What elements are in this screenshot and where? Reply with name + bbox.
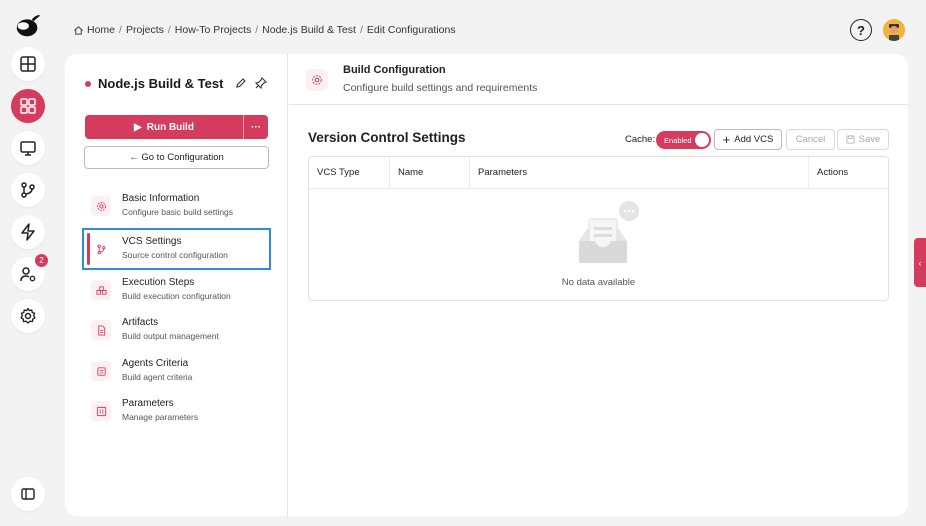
side-panel-toggle[interactable]: ‹: [914, 238, 926, 287]
nav-subtitle: Build agent criteria: [122, 372, 193, 382]
run-build-label: Run Build: [146, 121, 194, 133]
rail-vcs-button[interactable]: [11, 173, 45, 207]
breadcrumb-project[interactable]: Node.js Build & Test: [262, 24, 356, 36]
nav-agents-criteria[interactable]: Agents Criteria Build agent criteria: [91, 357, 271, 393]
nav-basic-information[interactable]: Basic Information Configure basic build …: [91, 192, 271, 228]
nav-vcs-settings[interactable]: VCS Settings Source control configuratio…: [82, 228, 271, 270]
agent-icon: [91, 361, 111, 381]
rail-dashboard-button[interactable]: [11, 47, 45, 81]
breadcrumb-separator: /: [119, 24, 122, 36]
lightning-icon: [21, 223, 35, 241]
dashboard-icon: [20, 56, 36, 72]
column-header-vcs-type[interactable]: VCS Type: [309, 157, 390, 188]
nav-title: VCS Settings: [122, 236, 182, 247]
file-icon: [91, 320, 111, 340]
git-branch-icon: [91, 239, 111, 259]
avatar[interactable]: [883, 19, 905, 41]
edit-icon[interactable]: [234, 76, 248, 90]
user-settings-icon: [20, 267, 36, 282]
steps-icon: [91, 280, 111, 300]
app-logo[interactable]: [11, 8, 45, 42]
nav-subtitle: Manage parameters: [122, 412, 199, 422]
cancel-button[interactable]: Cancel: [786, 129, 835, 150]
vcs-table: VCS Type Name Parameters Actions No data…: [308, 156, 889, 301]
status-dot: [85, 80, 91, 87]
breadcrumb-home[interactable]: Home: [87, 24, 115, 36]
table-header: VCS Type Name Parameters Actions: [309, 157, 888, 189]
nav-title: Agents Criteria: [122, 358, 189, 369]
page-subtitle: Configure build settings and requirement…: [343, 82, 538, 94]
gear-icon: [91, 196, 111, 216]
run-build-button[interactable]: ▶ Run Build: [85, 115, 244, 139]
cache-toggle[interactable]: Enabled: [656, 131, 711, 149]
nav-title: Parameters: [122, 398, 174, 409]
parameters-icon: [91, 401, 111, 421]
empty-state: No data available: [309, 189, 888, 300]
notification-badge: 2: [35, 254, 48, 267]
nav-title: Execution Steps: [122, 277, 195, 288]
left-rail: 2: [0, 0, 56, 526]
project-name: Node.js Build & Test: [98, 76, 224, 91]
add-vcs-label: Add VCS: [734, 134, 774, 145]
nav-execution-steps[interactable]: Execution Steps Build execution configur…: [91, 276, 271, 312]
chevron-left-icon: ‹: [918, 257, 922, 268]
section-title: Version Control Settings: [308, 130, 466, 145]
breadcrumb: Home / Projects / How-To Projects / Node…: [73, 24, 456, 36]
project-title: Node.js Build & Test: [85, 76, 223, 91]
toggle-knob: [695, 133, 709, 147]
breadcrumb-separator: /: [167, 24, 171, 36]
nav-title: Artifacts: [122, 317, 159, 328]
cache-toggle-state: Enabled: [664, 135, 692, 145]
gear-icon: [20, 307, 36, 324]
nav-subtitle: Configure basic build settings: [122, 207, 234, 217]
save-button[interactable]: Save: [837, 129, 889, 150]
home-icon: [74, 25, 83, 35]
empty-inbox-icon: [579, 201, 639, 263]
nav-parameters[interactable]: Parameters Manage parameters: [91, 397, 271, 433]
user-avatar-icon: [883, 19, 905, 41]
plus-icon: +: [722, 132, 731, 147]
column-header-name[interactable]: Name: [390, 157, 470, 188]
save-label: Save: [858, 134, 881, 145]
breadcrumb-projects[interactable]: Projects: [126, 24, 164, 36]
logo-icon: [16, 15, 41, 37]
sidebar-toggle-icon: [21, 488, 35, 500]
pin-icon[interactable]: [254, 76, 268, 90]
content-header: Build Configuration Configure build sett…: [289, 54, 908, 105]
gear-icon: [306, 69, 328, 91]
cache-label: Cache:: [625, 134, 656, 145]
rail-users-button[interactable]: 2: [11, 254, 48, 291]
nav-subtitle: Build output management: [122, 331, 219, 341]
run-options-button[interactable]: ···: [244, 115, 268, 139]
main-card: Node.js Build & Test ▶ Run Build ··· ← G…: [65, 54, 908, 516]
column-header-actions[interactable]: Actions: [809, 157, 888, 188]
monitor-icon: [20, 141, 36, 156]
page-title: Build Configuration: [343, 64, 446, 76]
nav-subtitle: Build execution configuration: [122, 291, 231, 301]
empty-message: No data available: [561, 277, 636, 288]
rail-triggers-button[interactable]: [11, 215, 45, 249]
nav-subtitle: Source control configuration: [122, 250, 228, 260]
projects-icon: [20, 98, 36, 114]
config-sidebar: Node.js Build & Test ▶ Run Build ··· ← G…: [65, 54, 288, 516]
breadcrumb-current: Edit Configurations: [366, 24, 456, 36]
nav-title: Basic Information: [122, 193, 200, 204]
breadcrumb-separator: /: [255, 24, 259, 36]
breadcrumb-howto-projects[interactable]: How-To Projects: [175, 24, 251, 36]
breadcrumb-separator: /: [359, 24, 363, 36]
git-branch-icon: [21, 182, 35, 198]
column-header-parameters[interactable]: Parameters: [470, 157, 809, 188]
play-icon: ▶: [134, 121, 142, 133]
rail-monitor-button[interactable]: [11, 131, 45, 165]
rail-projects-button[interactable]: [11, 89, 45, 123]
save-icon: [846, 135, 855, 144]
sidebar-toggle-button[interactable]: [11, 477, 45, 511]
go-to-configuration-button[interactable]: ← Go to Configuration: [84, 146, 269, 169]
run-build-button-group: ▶ Run Build ···: [85, 115, 268, 139]
rail-settings-button[interactable]: [11, 299, 45, 333]
add-vcs-button[interactable]: + Add VCS: [714, 129, 782, 150]
nav-artifacts[interactable]: Artifacts Build output management: [91, 316, 271, 352]
help-icon[interactable]: ?: [850, 19, 872, 41]
